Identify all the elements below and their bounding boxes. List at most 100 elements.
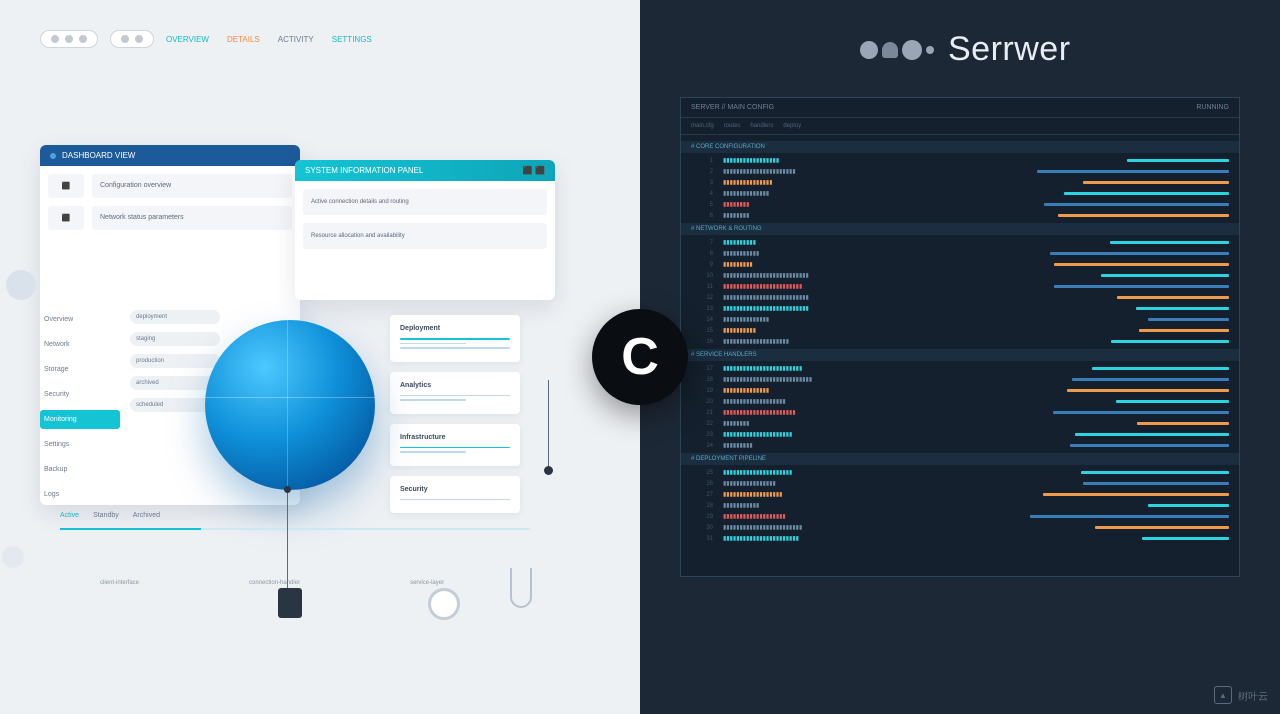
foot-label: service-layer: [410, 580, 444, 586]
code-tab[interactable]: deploy: [783, 123, 801, 129]
code-line: 26▮▮▮▮▮▮▮▮▮▮▮▮▮▮▮▮: [681, 478, 1239, 489]
tag-chip[interactable]: staging: [130, 332, 220, 346]
watermark-text: 树叶云: [1238, 688, 1268, 703]
code-line: 22▮▮▮▮▮▮▮▮: [681, 418, 1239, 429]
brand-logo-cluster: [860, 40, 934, 60]
code-panel-header: SERVER // MAIN CONFIG RUNNING: [681, 98, 1239, 118]
logo-dot-small-icon: [926, 46, 934, 54]
client-panel: OVERVIEW DETAILS ACTIVITY SETTINGS DASHB…: [0, 0, 640, 714]
code-line: 1▮▮▮▮▮▮▮▮▮▮▮▮▮▮▮▮▮: [681, 155, 1239, 166]
logo-arch-icon: [882, 42, 898, 58]
sidebar-item[interactable]: Logs: [40, 485, 120, 504]
sidebar-item[interactable]: Settings: [40, 435, 120, 454]
code-editor-panel: SERVER // MAIN CONFIG RUNNING main.cfg r…: [680, 97, 1240, 577]
code-tab[interactable]: routes: [724, 123, 741, 129]
sidebar-item[interactable]: Security: [40, 385, 120, 404]
dial-knob-icon: [428, 588, 460, 620]
code-line: 21▮▮▮▮▮▮▮▮▮▮▮▮▮▮▮▮▮▮▮▮▮▮: [681, 407, 1239, 418]
overlay-info-window: SYSTEM INFORMATION PANEL ⬛ ⬛ Active conne…: [295, 160, 555, 300]
node-connector: [548, 380, 549, 470]
code-line: 24▮▮▮▮▮▮▮▮▮: [681, 440, 1239, 451]
code-line: 11▮▮▮▮▮▮▮▮▮▮▮▮▮▮▮▮▮▮▮▮▮▮▮▮: [681, 281, 1239, 292]
watermark-logo-icon: ▲: [1214, 686, 1232, 704]
code-section-header: # CORE CONFIGURATION: [681, 141, 1239, 153]
mini-tab[interactable]: SETTINGS: [332, 35, 372, 44]
config-card[interactable]: Configuration overview: [92, 174, 292, 198]
code-line: 7▮▮▮▮▮▮▮▮▮▮: [681, 237, 1239, 248]
mini-tab[interactable]: OVERVIEW: [166, 35, 209, 44]
mini-tab[interactable]: DETAILS: [227, 35, 260, 44]
globe-sphere-icon: [205, 320, 375, 490]
window-controls[interactable]: [40, 30, 98, 48]
detail-card[interactable]: Analytics: [390, 372, 520, 414]
code-line: 27▮▮▮▮▮▮▮▮▮▮▮▮▮▮▮▮▮▮: [681, 489, 1239, 500]
tag-chip[interactable]: production: [130, 354, 220, 368]
nav-controls[interactable]: [110, 30, 154, 48]
card-heading: Deployment: [400, 325, 510, 332]
usb-device-icon: [278, 588, 302, 618]
code-line: 6▮▮▮▮▮▮▮▮: [681, 210, 1239, 221]
window-title: DASHBOARD VIEW: [62, 151, 135, 160]
bottom-tab[interactable]: Active: [60, 512, 79, 519]
bottom-tab[interactable]: Archived: [133, 512, 160, 519]
nav-icon[interactable]: ⬛: [48, 174, 84, 198]
sidebar-item[interactable]: Overview: [40, 310, 120, 329]
code-line: 15▮▮▮▮▮▮▮▮▮▮: [681, 325, 1239, 336]
gadget-icon: [2, 546, 24, 568]
detail-card[interactable]: Security: [390, 476, 520, 514]
card-heading: Infrastructure: [400, 434, 510, 441]
sidebar-list: Overview Network Storage Security Monito…: [40, 310, 120, 504]
code-tab[interactable]: handlers: [750, 123, 773, 129]
overlay-controls[interactable]: ⬛ ⬛: [523, 166, 545, 175]
code-line: 19▮▮▮▮▮▮▮▮▮▮▮▮▮▮: [681, 385, 1239, 396]
code-line: 23▮▮▮▮▮▮▮▮▮▮▮▮▮▮▮▮▮▮▮▮▮: [681, 429, 1239, 440]
sidebar-item-active[interactable]: Monitoring: [40, 410, 120, 429]
window-title-bar[interactable]: DASHBOARD VIEW: [40, 145, 300, 166]
code-line: 4▮▮▮▮▮▮▮▮▮▮▮▮▮▮: [681, 188, 1239, 199]
sidebar-item[interactable]: Storage: [40, 360, 120, 379]
foot-label: client-interface: [100, 580, 139, 586]
logo-dot-icon: [902, 40, 922, 60]
code-tab[interactable]: main.cfg: [691, 123, 714, 129]
code-header-status: RUNNING: [1196, 104, 1229, 111]
code-line: 5▮▮▮▮▮▮▮▮: [681, 199, 1239, 210]
detail-card[interactable]: Deployment: [390, 315, 520, 362]
info-block: Resource allocation and availability: [303, 223, 547, 249]
config-card[interactable]: Network status parameters: [92, 206, 292, 230]
code-line: 12▮▮▮▮▮▮▮▮▮▮▮▮▮▮▮▮▮▮▮▮▮▮▮▮▮▮: [681, 292, 1239, 303]
code-line: 9▮▮▮▮▮▮▮▮▮: [681, 259, 1239, 270]
code-line: 28▮▮▮▮▮▮▮▮▮▮▮: [681, 500, 1239, 511]
sidebar-item[interactable]: Network: [40, 335, 120, 354]
code-line: 10▮▮▮▮▮▮▮▮▮▮▮▮▮▮▮▮▮▮▮▮▮▮▮▮▮▮: [681, 270, 1239, 281]
tag-chip[interactable]: deployment: [130, 310, 220, 324]
code-line: 3▮▮▮▮▮▮▮▮▮▮▮▮▮▮▮: [681, 177, 1239, 188]
detail-card[interactable]: Infrastructure: [390, 424, 520, 466]
footer-labels: client-interface connection-handler serv…: [100, 580, 444, 586]
info-block: Active connection details and routing: [303, 189, 547, 215]
bottom-tab[interactable]: Standby: [93, 512, 119, 519]
code-line: 30▮▮▮▮▮▮▮▮▮▮▮▮▮▮▮▮▮▮▮▮▮▮▮▮: [681, 522, 1239, 533]
center-badge-letter: C: [621, 327, 659, 387]
center-badge: C: [592, 309, 688, 405]
nav-icon[interactable]: ⬛: [48, 206, 84, 230]
code-line: 13▮▮▮▮▮▮▮▮▮▮▮▮▮▮▮▮▮▮▮▮▮▮▮▮▮▮: [681, 303, 1239, 314]
code-line: 8▮▮▮▮▮▮▮▮▮▮▮: [681, 248, 1239, 259]
detail-cards-column: Deployment Analytics Infrastructure Secu…: [390, 315, 520, 513]
code-line: 20▮▮▮▮▮▮▮▮▮▮▮▮▮▮▮▮▮▮▮: [681, 396, 1239, 407]
top-toolbar: OVERVIEW DETAILS ACTIVITY SETTINGS: [40, 30, 600, 48]
code-section-header: # NETWORK & ROUTING: [681, 223, 1239, 235]
mini-tabs: OVERVIEW DETAILS ACTIVITY SETTINGS: [166, 35, 372, 44]
code-body[interactable]: # CORE CONFIGURATION1▮▮▮▮▮▮▮▮▮▮▮▮▮▮▮▮▮2▮…: [681, 135, 1239, 548]
overlay-title-bar[interactable]: SYSTEM INFORMATION PANEL ⬛ ⬛: [295, 160, 555, 181]
hook-icon: [510, 568, 532, 608]
code-section-header: # SERVICE HANDLERS: [681, 349, 1239, 361]
server-panel: Serrwer SERVER // MAIN CONFIG RUNNING ma…: [640, 0, 1280, 714]
sidebar-item[interactable]: Backup: [40, 460, 120, 479]
code-line: 18▮▮▮▮▮▮▮▮▮▮▮▮▮▮▮▮▮▮▮▮▮▮▮▮▮▮▮: [681, 374, 1239, 385]
mini-tab[interactable]: ACTIVITY: [278, 35, 314, 44]
code-line: 25▮▮▮▮▮▮▮▮▮▮▮▮▮▮▮▮▮▮▮▮▮: [681, 467, 1239, 478]
code-line: 29▮▮▮▮▮▮▮▮▮▮▮▮▮▮▮▮▮▮▮: [681, 511, 1239, 522]
code-section-header: # DEPLOYMENT PIPELINE: [681, 453, 1239, 465]
code-line: 17▮▮▮▮▮▮▮▮▮▮▮▮▮▮▮▮▮▮▮▮▮▮▮▮: [681, 363, 1239, 374]
overlay-title-text: SYSTEM INFORMATION PANEL: [305, 166, 423, 175]
